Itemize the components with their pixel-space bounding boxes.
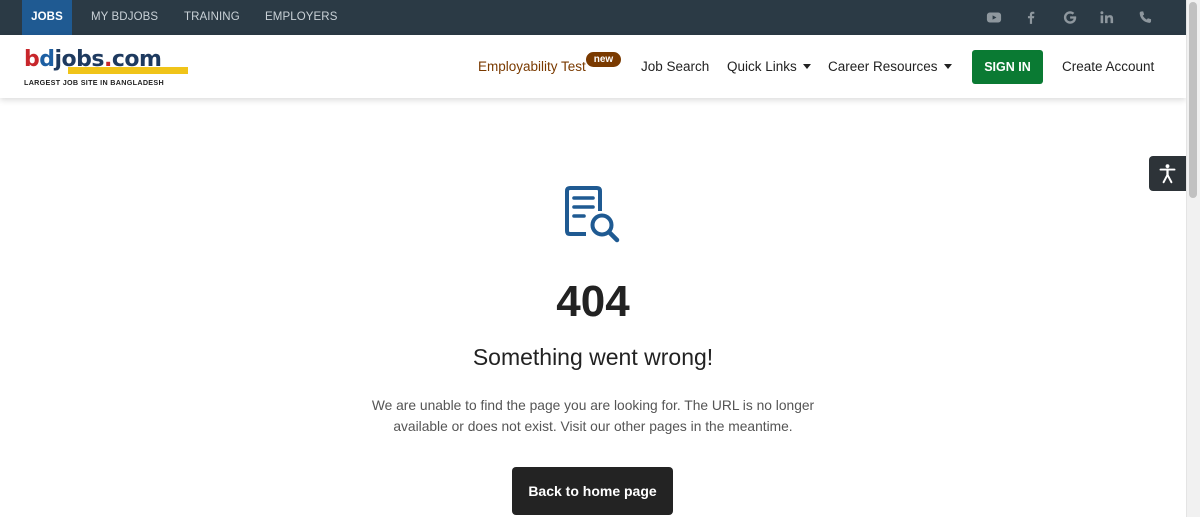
scrollbar-thumb[interactable] [1189,2,1197,198]
bdjobs-logo[interactable]: bdjobs.com LARGEST JOB SITE IN BANGLADES… [24,48,192,88]
nav-quick-links-label: Quick Links [727,59,797,74]
accessibility-icon [1159,164,1176,184]
create-account-link[interactable]: Create Account [1062,59,1154,74]
error-headline: Something went wrong! [472,344,714,370]
error-description: We are unable to find the page you are l… [343,395,843,437]
logo-letter-b: b [24,47,40,72]
tab-jobs[interactable]: JOBS [22,0,72,35]
logo-dot: . [104,47,112,72]
new-badge: new [586,52,621,67]
phone-icon[interactable] [1136,9,1154,26]
document-search-icon [565,186,620,243]
page: JOBS MY BDJOBS TRAINING EMPLOYERS bdjobs… [0,0,1200,517]
back-to-home-button[interactable]: Back to home page [512,467,673,515]
nav-career-resources-label: Career Resources [828,59,938,74]
logo-letter-d: d [39,47,55,72]
logo-wordmark: bdjobs.com [24,47,162,72]
accessibility-button[interactable] [1149,156,1186,191]
nav-career-resources[interactable]: Career Resources [828,59,952,75]
tab-my-bdjobs[interactable]: MY BDJOBS [91,0,158,35]
nav-employability-test[interactable]: Employability Test [478,59,586,75]
logo-tagline: LARGEST JOB SITE IN BANGLADESH [24,78,164,87]
nav-quick-links[interactable]: Quick Links [727,59,811,75]
linkedin-icon[interactable] [1098,9,1116,26]
caret-down-icon [802,64,811,69]
tab-training[interactable]: TRAINING [184,0,240,35]
google-icon[interactable] [1061,9,1079,26]
logo-letters-com: com [111,47,162,72]
tab-employers[interactable]: EMPLOYERS [265,0,337,35]
error-description-line-1: We are unable to find the page you are l… [371,398,815,413]
logo-letters-jobs: jobs [54,47,105,72]
caret-down-icon [943,64,952,69]
sign-in-button[interactable]: SIGN IN [972,50,1043,84]
nav-job-search[interactable]: Job Search [641,59,709,75]
top-bar: JOBS MY BDJOBS TRAINING EMPLOYERS [0,0,1186,35]
facebook-icon[interactable] [1022,9,1040,26]
error-description-line-2: available or does not exist. Visit our o… [393,419,793,434]
error-code: 404 [556,277,630,326]
youtube-icon[interactable] [985,9,1003,26]
